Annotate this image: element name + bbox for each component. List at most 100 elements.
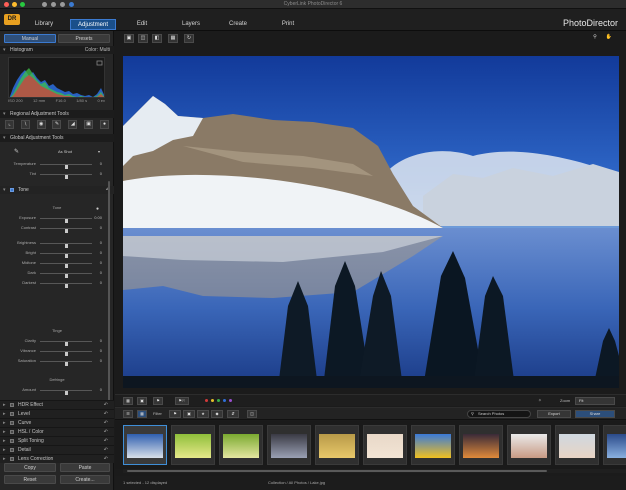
effect-enable-checkbox[interactable] (10, 439, 14, 443)
histogram-section-header[interactable]: Histogram Color: Multi (0, 46, 114, 54)
effect-row[interactable]: ▸ Lens Correction ↶ (0, 454, 114, 463)
grid-view-icon[interactable]: ▦ (123, 397, 133, 405)
slider-handle[interactable] (64, 244, 68, 248)
thumbnail-portrait-woman[interactable] (507, 425, 551, 465)
slider-track[interactable] (40, 243, 92, 248)
share-button[interactable]: Share (575, 410, 615, 418)
slider-track[interactable] (40, 273, 92, 278)
presets-mode-button[interactable]: Presets (58, 34, 110, 43)
color-label-dot[interactable] (229, 399, 232, 402)
color-label-dot[interactable] (217, 399, 220, 402)
thumbnail-green-leaves-2[interactable] (219, 425, 263, 465)
copy-button[interactable]: Copy (4, 463, 56, 472)
zoom-select[interactable]: Fit (575, 397, 615, 405)
effect-enable-checkbox[interactable] (10, 421, 14, 425)
filter-rating-icon[interactable]: ★ (197, 410, 209, 418)
global-tools-header[interactable]: Global Adjustment Tools (0, 134, 114, 142)
thumbnail-spiral-shell[interactable] (315, 425, 359, 465)
effect-row[interactable]: ▸ Level ↶ (0, 409, 114, 418)
slider-handle[interactable] (64, 342, 68, 346)
scrollbar-thumb[interactable] (127, 470, 547, 472)
sort-icon[interactable]: ⇵ (227, 410, 239, 418)
slider-value[interactable]: 0 (100, 280, 102, 285)
slider-track[interactable] (40, 351, 92, 356)
crop-icon[interactable]: ⌞ (5, 120, 14, 129)
slider-value[interactable]: 0 (100, 387, 102, 392)
gradient-icon[interactable]: ◢ (68, 120, 78, 129)
slider-track[interactable] (40, 341, 92, 346)
expand-icon[interactable]: ▸ (3, 446, 6, 454)
filter-type-icon[interactable]: ◆ (211, 410, 223, 418)
expand-icon[interactable]: ▸ (3, 428, 6, 436)
compare-icon[interactable]: ◫ (247, 410, 257, 418)
effect-row[interactable]: ▸ Curve ↶ (0, 418, 114, 427)
survey-view-icon[interactable]: ▦ (168, 34, 178, 43)
slider-track[interactable] (40, 218, 92, 223)
thumbnail-lake-mountains[interactable] (123, 425, 167, 465)
filmstrip-scrollbar[interactable] (123, 469, 626, 473)
slider-track[interactable] (40, 164, 92, 169)
thumbnail-portrait-girl[interactable] (363, 425, 407, 465)
thumbnail-green-leaves[interactable] (171, 425, 215, 465)
expand-icon[interactable]: ▸ (3, 401, 6, 409)
color-label-dot[interactable] (211, 399, 214, 402)
slider-track[interactable] (40, 361, 92, 366)
filter-color-icon[interactable]: ▣ (183, 410, 195, 418)
tone-section-header[interactable]: Tone ↶ (0, 186, 114, 194)
slider-value[interactable]: 0 (100, 161, 102, 166)
spot-icon[interactable]: ● (99, 120, 109, 129)
clipping-warning-icon[interactable] (96, 60, 103, 66)
reset-icon[interactable]: ↶ (104, 446, 108, 454)
effect-row[interactable]: ▸ HSL / Color ↶ (0, 427, 114, 436)
slider-value[interactable]: 0 (100, 260, 102, 265)
expand-icon[interactable]: ▸ (3, 437, 6, 445)
reset-button[interactable]: Reset (4, 475, 56, 484)
search-input[interactable]: ⚲ Search Photos (467, 410, 531, 418)
reset-icon[interactable]: ↶ (104, 401, 108, 409)
thumbnail-view-icon[interactable]: ▦ (137, 410, 147, 418)
effect-row[interactable]: ▸ HDR Effect ↶ (0, 400, 114, 409)
tab-create[interactable]: Create (226, 19, 250, 30)
white-balance-dropdown[interactable]: As Shot ▾ (30, 148, 100, 155)
tab-print[interactable]: Print (277, 19, 299, 30)
straighten-icon[interactable]: ∖ (20, 120, 30, 129)
slider-handle[interactable] (64, 229, 68, 233)
effect-enable-checkbox[interactable] (10, 430, 14, 434)
tab-adjustment[interactable]: Adjustment (70, 19, 116, 30)
effect-row[interactable]: ▸ Split Toning ↶ (0, 436, 114, 445)
reset-icon[interactable]: ↶ (104, 428, 108, 436)
list-view-icon[interactable]: ☰ (123, 410, 133, 418)
slider-track[interactable] (40, 390, 92, 395)
slider-track[interactable] (40, 263, 92, 268)
photo-preview[interactable] (123, 56, 619, 388)
radial-icon[interactable]: ▣ (84, 120, 94, 129)
color-mode-value[interactable]: Multi (99, 47, 110, 53)
panel-scrollbar[interactable] (108, 181, 110, 401)
paste-button[interactable]: Paste (60, 463, 110, 472)
slider-handle[interactable] (64, 284, 68, 288)
reset-icon[interactable]: ↶ (104, 419, 108, 427)
slider-value[interactable]: 0 (100, 171, 102, 176)
slider-handle[interactable] (64, 362, 68, 366)
thumbnail-sunflower[interactable] (411, 425, 455, 465)
expand-icon[interactable]: ▸ (3, 455, 6, 463)
hand-tool-icon[interactable]: ✋ (604, 34, 614, 43)
thumbnail-couple-beach[interactable] (555, 425, 599, 465)
slider-value[interactable]: 0 (100, 338, 102, 343)
slider-value[interactable]: 0 (100, 358, 102, 363)
filmstrip-view-icon[interactable]: ▣ (137, 397, 147, 405)
thumbnail-sunset-pier[interactable] (459, 425, 503, 465)
slider-track[interactable] (40, 253, 92, 258)
reset-icon[interactable]: ↶ (104, 410, 108, 418)
brush-icon[interactable]: ✎ (52, 120, 62, 129)
slider-value[interactable]: 0 (100, 348, 102, 353)
thumbnail-partial-blue[interactable] (603, 425, 626, 465)
thumbnail-city-dusk[interactable] (267, 425, 311, 465)
effect-enable-checkbox[interactable] (10, 457, 14, 461)
slider-value[interactable]: 0.00 (94, 215, 102, 220)
tone-picker-icon[interactable]: ● (96, 206, 99, 212)
slider-handle[interactable] (64, 274, 68, 278)
expand-icon[interactable]: ▸ (3, 419, 6, 427)
compare-view-icon[interactable]: ◫ (138, 34, 148, 43)
brightness-icon[interactable]: ☼ (535, 397, 545, 405)
